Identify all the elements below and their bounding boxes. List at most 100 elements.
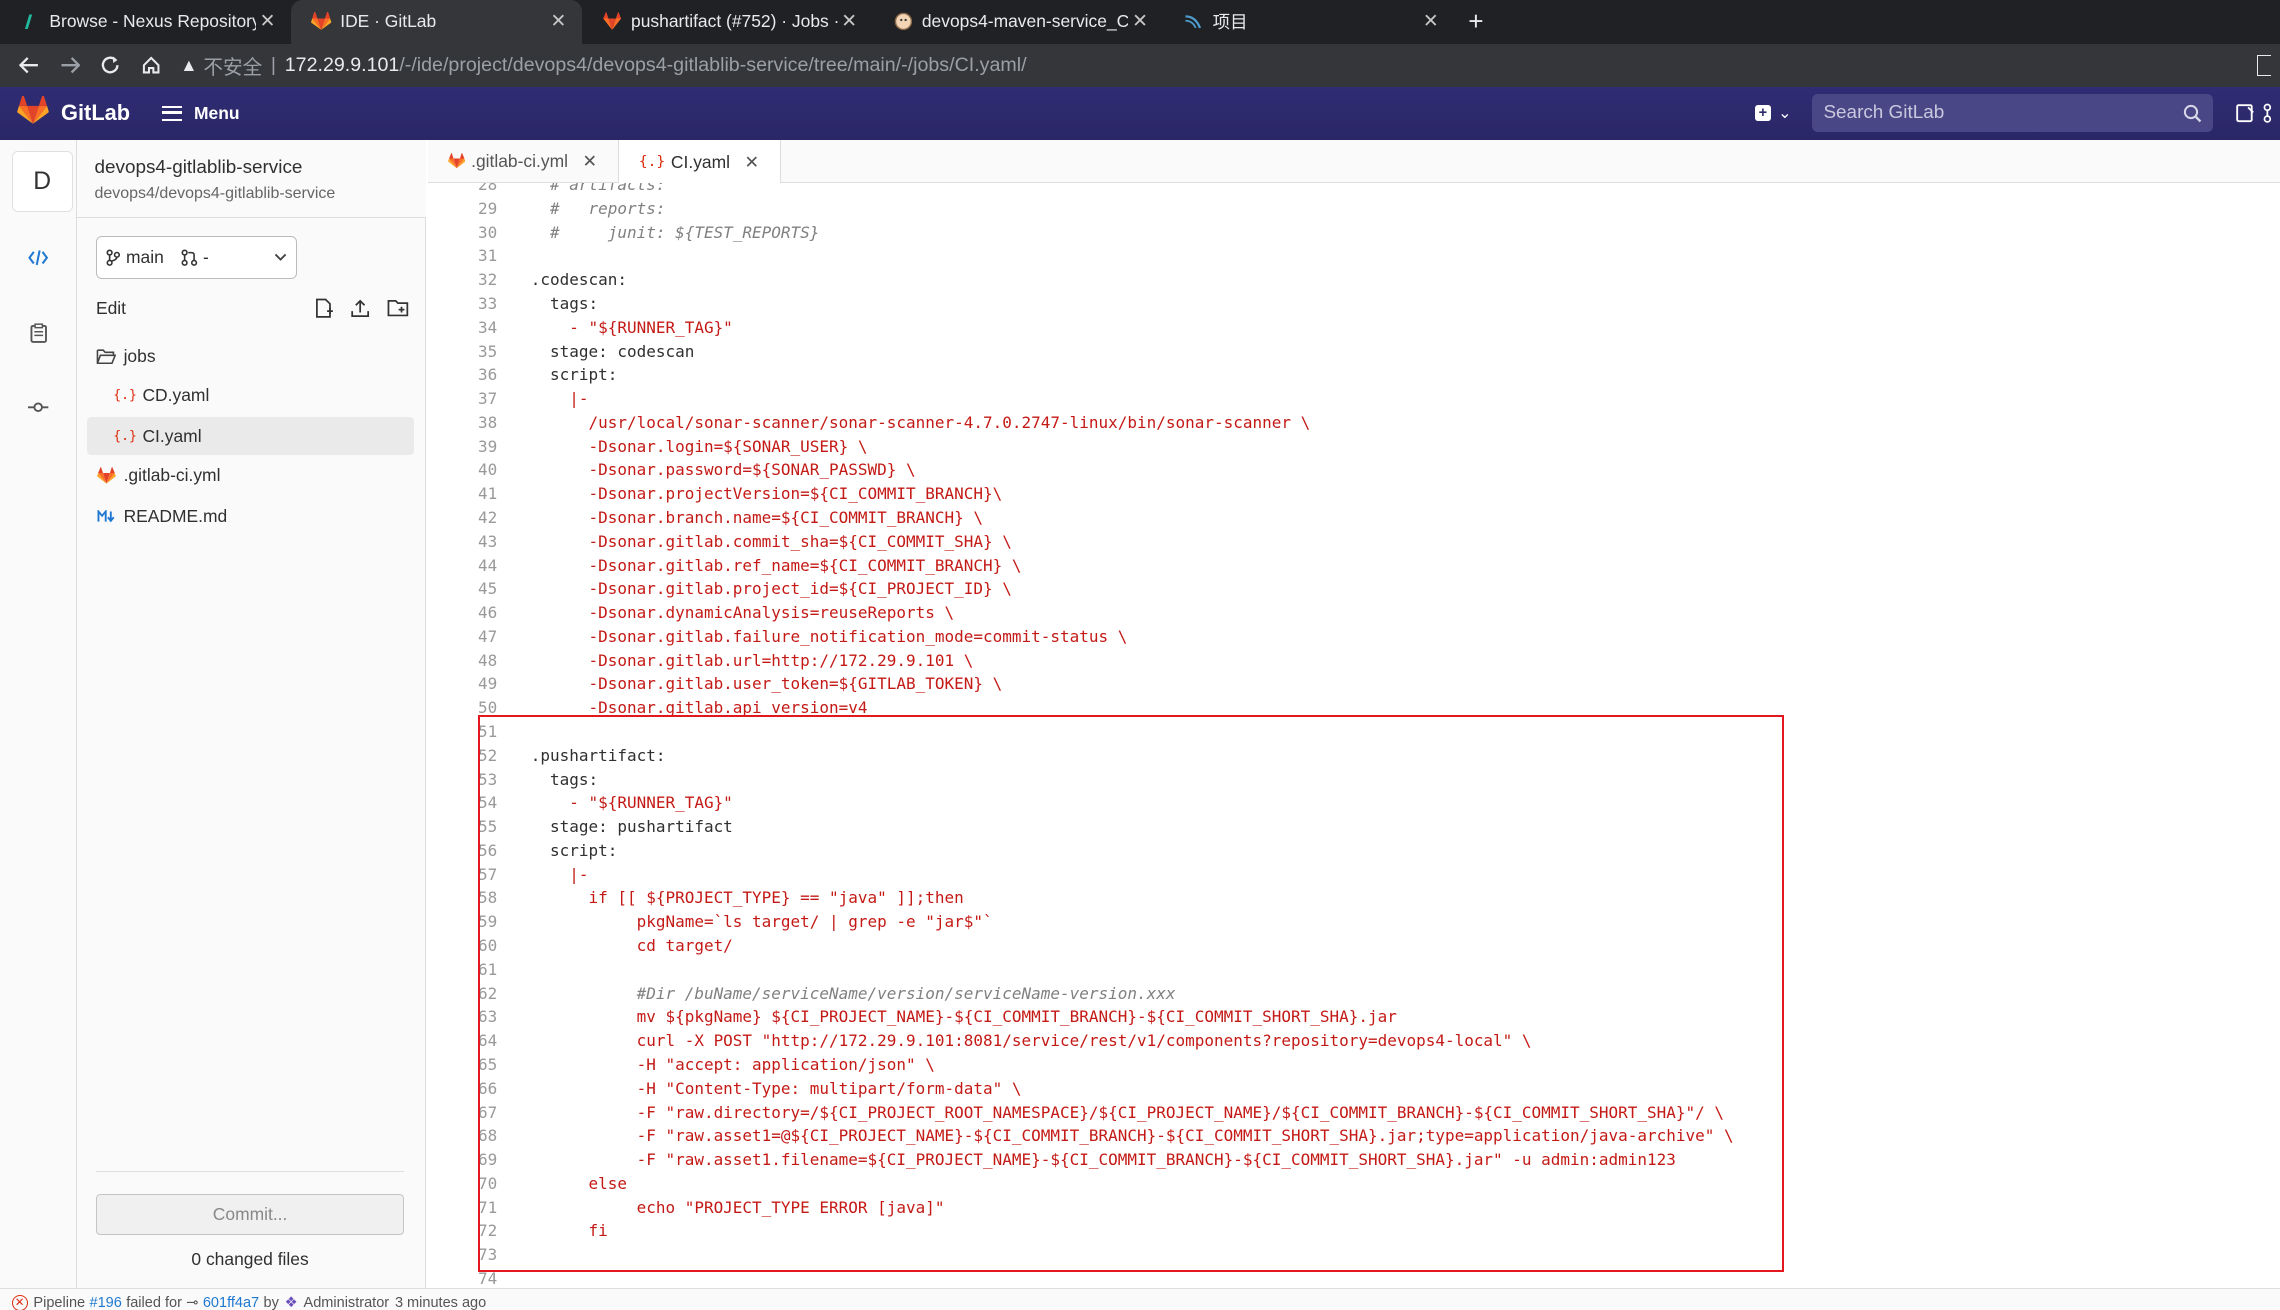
code-line[interactable]: 42 -Dsonar.branch.name=${CI_COMMIT_BRANC… xyxy=(428,506,2280,530)
code-line[interactable]: 47 -Dsonar.gitlab.failure_notification_m… xyxy=(428,625,2280,649)
commit-button[interactable]: Commit... xyxy=(95,1193,405,1235)
review-mode-button[interactable] xyxy=(0,311,77,355)
close-icon[interactable]: ✕ xyxy=(256,10,279,33)
search-input[interactable]: Search GitLab xyxy=(1811,94,2214,133)
code-line[interactable]: 38 /usr/local/sonar-scanner/sonar-scanne… xyxy=(428,411,2280,435)
code-line[interactable]: 29 # reports: xyxy=(428,197,2280,221)
browser-tab-job[interactable]: pushartifact (#752) · Jobs · dev ✕ xyxy=(582,0,873,44)
code-line[interactable]: 50 -Dsonar.gitlab.api_version=v4 xyxy=(428,696,2280,720)
code-line[interactable]: 60 cd target/ xyxy=(428,934,2280,958)
code-line[interactable]: 40 -Dsonar.password=${SONAR_PASSWD} \ xyxy=(428,458,2280,482)
close-icon[interactable]: ✕ xyxy=(583,151,598,172)
code-line[interactable]: 61 xyxy=(428,958,2280,982)
line-number: 55 xyxy=(478,817,498,837)
code-line[interactable]: 48 -Dsonar.gitlab.url=http://172.29.9.10… xyxy=(428,649,2280,673)
address-bar[interactable]: ▲ 不安全 | 172.29.9.101/-/ide/project/devop… xyxy=(172,48,2257,83)
code-line[interactable]: 56 script: xyxy=(428,839,2280,863)
forward-button[interactable] xyxy=(49,45,90,86)
code-line[interactable]: 46 -Dsonar.dynamicAnalysis=reuseReports … xyxy=(428,601,2280,625)
home-button[interactable] xyxy=(131,45,172,86)
code-line[interactable]: 62 #Dir /buName/serviceName/version/serv… xyxy=(428,982,2280,1006)
code-line[interactable]: 35 stage: codescan xyxy=(428,340,2280,364)
branch-selector[interactable]: main - xyxy=(95,235,297,280)
close-icon[interactable]: ✕ xyxy=(547,10,570,33)
code-line[interactable]: 39 -Dsonar.login=${SONAR_USER} \ xyxy=(428,435,2280,459)
tree-item-readme[interactable]: README.md xyxy=(96,497,414,535)
tree-item-gitlab-ci[interactable]: .gitlab-ci.yml xyxy=(96,457,414,495)
browser-tab-nexus[interactable]: Browse - Nexus Repository Ma ✕ xyxy=(0,0,291,44)
code-editor[interactable]: 28 # artifacts: 29 # reports: 30 # junit: … xyxy=(427,183,2280,1289)
author-name: Administrator xyxy=(303,1295,390,1310)
line-text: -Dsonar.gitlab.api_version=v4 xyxy=(530,698,868,718)
project-avatar[interactable]: D xyxy=(11,151,73,213)
code-line[interactable]: 65 -H "accept: application/json" \ xyxy=(428,1053,2280,1077)
code-line[interactable]: 52 .pushartifact: xyxy=(428,744,2280,768)
code-line[interactable]: 71 echo "PROJECT_TYPE ERROR [java]" xyxy=(428,1196,2280,1220)
new-folder-icon[interactable] xyxy=(387,298,410,318)
commit-link[interactable]: 601ff4a7 xyxy=(203,1295,259,1310)
gitlab-home-link[interactable]: GitLab xyxy=(17,94,130,131)
code-line[interactable]: 68 -F "raw.asset1=@${CI_PROJECT_NAME}-${… xyxy=(428,1124,2280,1148)
code-line[interactable]: 58 if [[ ${PROJECT_TYPE} == "java" ]];th… xyxy=(428,886,2280,910)
code-line[interactable]: 33 tags: xyxy=(428,292,2280,316)
code-line[interactable]: 32 .codescan: xyxy=(428,268,2280,292)
code-line[interactable]: 55 stage: pushartifact xyxy=(428,815,2280,839)
reload-button[interactable] xyxy=(90,45,131,86)
new-tab-button[interactable]: + xyxy=(1454,0,1498,44)
upload-icon[interactable] xyxy=(350,298,370,318)
code-line[interactable]: 57 |- xyxy=(428,863,2280,887)
code-line[interactable]: 41 -Dsonar.projectVersion=${CI_COMMIT_BR… xyxy=(428,482,2280,506)
commit-mode-button[interactable] xyxy=(0,385,77,429)
code-line[interactable]: 66 -H "Content-Type: multipart/form-data… xyxy=(428,1077,2280,1101)
merge-requests-button[interactable] xyxy=(2228,96,2263,131)
code-line[interactable]: 63 mv ${pkgName} ${CI_PROJECT_NAME}-${CI… xyxy=(428,1005,2280,1029)
new-dropdown-button[interactable]: + ⌄ xyxy=(1754,103,1791,123)
code-line[interactable]: 72 fi xyxy=(428,1219,2280,1243)
code-line[interactable]: 59 pkgName=`ls target/ | grep -e "jar$"` xyxy=(428,910,2280,934)
code-line[interactable]: 37 |- xyxy=(428,387,2280,411)
line-number: 49 xyxy=(478,674,498,694)
browser-tab-jenkins[interactable]: devops4-maven-service_CD # ✕ xyxy=(872,0,1163,44)
code-line[interactable]: 30 # junit: ${TEST_REPORTS} xyxy=(428,221,2280,245)
close-icon[interactable]: ✕ xyxy=(745,152,760,173)
code-line[interactable]: 53 tags: xyxy=(428,768,2280,792)
todos-button[interactable] xyxy=(2263,96,2280,131)
code-line[interactable]: 69 -F "raw.asset1.filename=${CI_PROJECT_… xyxy=(428,1148,2280,1172)
code-line[interactable]: 74 xyxy=(428,1267,2280,1288)
code-line[interactable]: 67 -F "raw.directory=/${CI_PROJECT_ROOT_… xyxy=(428,1101,2280,1125)
tree-item-jobs-folder[interactable]: jobs xyxy=(96,337,423,375)
code-line[interactable]: 31 xyxy=(428,244,2280,268)
code-line[interactable]: 43 -Dsonar.gitlab.commit_sha=${CI_COMMIT… xyxy=(428,530,2280,554)
menu-button[interactable]: Menu xyxy=(162,103,240,124)
close-icon[interactable]: ✕ xyxy=(838,10,861,33)
code-line[interactable]: 49 -Dsonar.gitlab.user_token=${GITLAB_TO… xyxy=(428,672,2280,696)
editor-tab-gitlab-ci[interactable]: .gitlab-ci.yml ✕ xyxy=(428,139,619,184)
editor-tab-label: CI.yaml xyxy=(670,151,731,172)
close-icon[interactable]: ✕ xyxy=(1128,10,1151,33)
line-text: tags: xyxy=(530,769,599,789)
new-file-icon[interactable] xyxy=(314,298,334,318)
code-line[interactable]: 44 -Dsonar.gitlab.ref_name=${CI_COMMIT_B… xyxy=(428,554,2280,578)
code-line[interactable]: 54 - "${RUNNER_TAG}" xyxy=(428,791,2280,815)
close-icon[interactable]: ✕ xyxy=(1419,10,1442,33)
code-line[interactable]: 64 curl -X POST "http://172.29.9.101:808… xyxy=(428,1029,2280,1053)
tree-item-cd-yaml[interactable]: {.} CD.yaml xyxy=(113,377,415,415)
line-number: 52 xyxy=(478,745,498,765)
code-line[interactable]: 45 -Dsonar.gitlab.project_id=${CI_PROJEC… xyxy=(428,577,2280,601)
browser-tab-title: 项目 xyxy=(1212,12,1248,33)
pipeline-link[interactable]: #196 xyxy=(90,1295,122,1310)
tree-item-ci-yaml[interactable]: {.} CI.yaml xyxy=(87,417,415,456)
code-line[interactable]: 34 - "${RUNNER_TAG}" xyxy=(428,316,2280,340)
back-button[interactable] xyxy=(9,45,50,86)
editor-tab-ci-yaml[interactable]: {.} CI.yaml ✕ xyxy=(618,139,781,185)
code-line[interactable]: 51 xyxy=(428,720,2280,744)
code-line[interactable]: 36 script: xyxy=(428,363,2280,387)
project-info[interactable]: devops4-gitlablib-service devops4/devops… xyxy=(77,139,427,219)
code-line[interactable]: 28 # artifacts: xyxy=(428,183,2280,197)
code-line[interactable]: 70 else xyxy=(428,1172,2280,1196)
edit-mode-button[interactable] xyxy=(0,236,77,280)
code-line[interactable]: 73 xyxy=(428,1243,2280,1267)
changed-files-count: 0 changed files xyxy=(191,1249,309,1270)
browser-tab-ide[interactable]: IDE · GitLab ✕ xyxy=(290,0,582,44)
browser-tab-sonar[interactable]: 项目 ✕ xyxy=(1163,0,1454,44)
